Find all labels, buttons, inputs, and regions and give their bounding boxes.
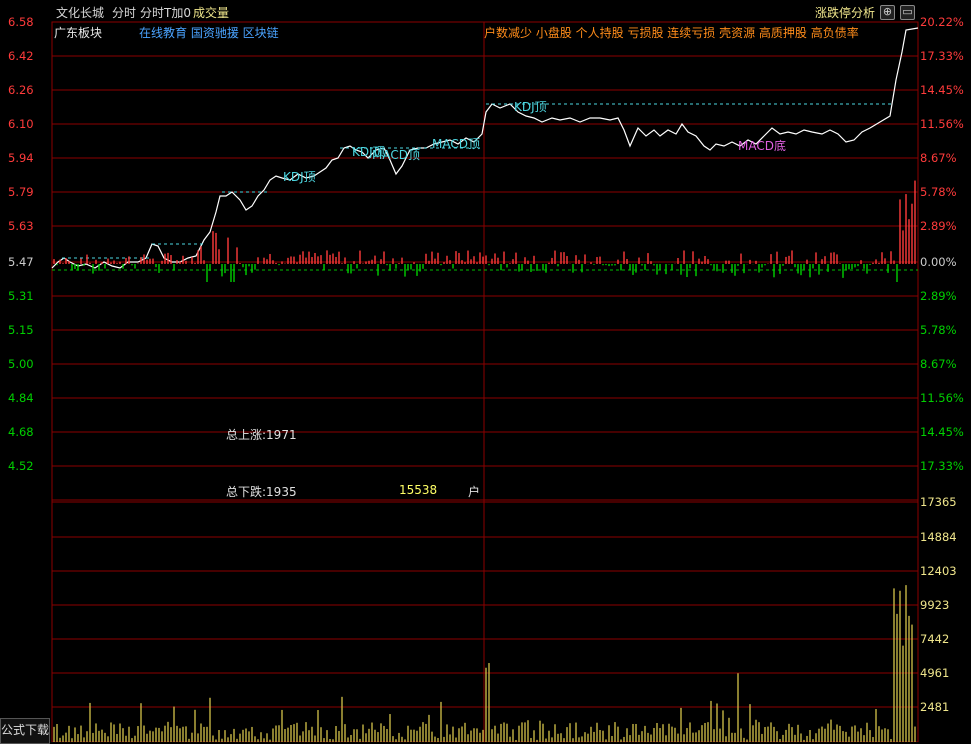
- formula-download-button[interactable]: 公式下载: [0, 718, 50, 744]
- price-tick-label: 4.52: [8, 459, 34, 473]
- percent-tick-label: 17.33%: [920, 49, 964, 63]
- percent-tick-label: 20.22%: [920, 15, 964, 29]
- signal-kdj-top-3: KDJ顶: [514, 100, 547, 114]
- concept-tags: 在线教育 国资驰援 区块链: [139, 26, 279, 40]
- price-tick-label: 5.47: [8, 255, 34, 269]
- price-line: [51, 27, 919, 269]
- chart-frame: [51, 21, 919, 742]
- percent-tick-label: 5.78%: [920, 185, 957, 199]
- percent-tick-label: 14.45%: [920, 83, 964, 97]
- price-tick-label: 4.68: [8, 425, 34, 439]
- price-tick-label: 5.15: [8, 323, 34, 337]
- percent-tick-label: 11.56%: [920, 117, 964, 131]
- percent-tick-label: 8.67%: [920, 357, 957, 371]
- price-tick-label: 5.94: [8, 151, 34, 165]
- price-tick-label: 5.31: [8, 289, 34, 303]
- price-tick-label: 6.42: [8, 49, 34, 63]
- percent-tick-label: 17.33%: [920, 459, 964, 473]
- price-tick-label: 5.79: [8, 185, 34, 199]
- feature-tags: 户数减少 小盘股 个人持股 亏损股 连续亏损 壳资源 高质押股 高负债率: [484, 26, 859, 40]
- volume-tick-label: 9923: [920, 598, 950, 612]
- percent-tick-label: 2.89%: [920, 289, 957, 303]
- volume-tick-label: 7442: [920, 632, 950, 646]
- price-tick-label: 6.26: [8, 83, 34, 97]
- total-down-stat: 总下跌:1935: [226, 485, 297, 499]
- price-tick-label: 4.84: [8, 391, 34, 405]
- volume-tick-label: 4961: [920, 666, 950, 680]
- sector-name: 广东板块: [54, 26, 103, 40]
- percent-tick-label: 0.00%: [920, 255, 957, 269]
- signal-macd-top-1: MACD顶: [372, 148, 420, 162]
- total-up-stat: 总上涨:1971: [226, 428, 297, 442]
- percent-tick-label: 8.67%: [920, 151, 957, 165]
- volume-tick-label: 17365: [920, 495, 957, 509]
- volume-tick-label: 12403: [920, 564, 957, 578]
- percent-tick-label: 5.78%: [920, 323, 957, 337]
- price-tick-label: 5.63: [8, 219, 34, 233]
- signal-macd-top-2: MACD顶: [432, 137, 480, 151]
- percent-tick-label: 14.45%: [920, 425, 964, 439]
- percent-tick-label: 2.89%: [920, 219, 957, 233]
- price-tick-label: 5.00: [8, 357, 34, 371]
- volume-tick-label: 14884: [920, 530, 957, 544]
- volume-tick-label: 2481: [920, 700, 950, 714]
- signal-macd-bottom: MACD底: [738, 139, 786, 153]
- intraday-chart: [51, 21, 919, 742]
- percent-tick-label: 11.56%: [920, 391, 964, 405]
- price-tick-label: 6.58: [8, 15, 34, 29]
- signal-kdj-top-1: KDJ顶: [283, 170, 316, 184]
- holders-unit: 户: [468, 485, 481, 499]
- price-tick-label: 6.10: [8, 117, 34, 131]
- holders-count: 15538: [399, 483, 438, 497]
